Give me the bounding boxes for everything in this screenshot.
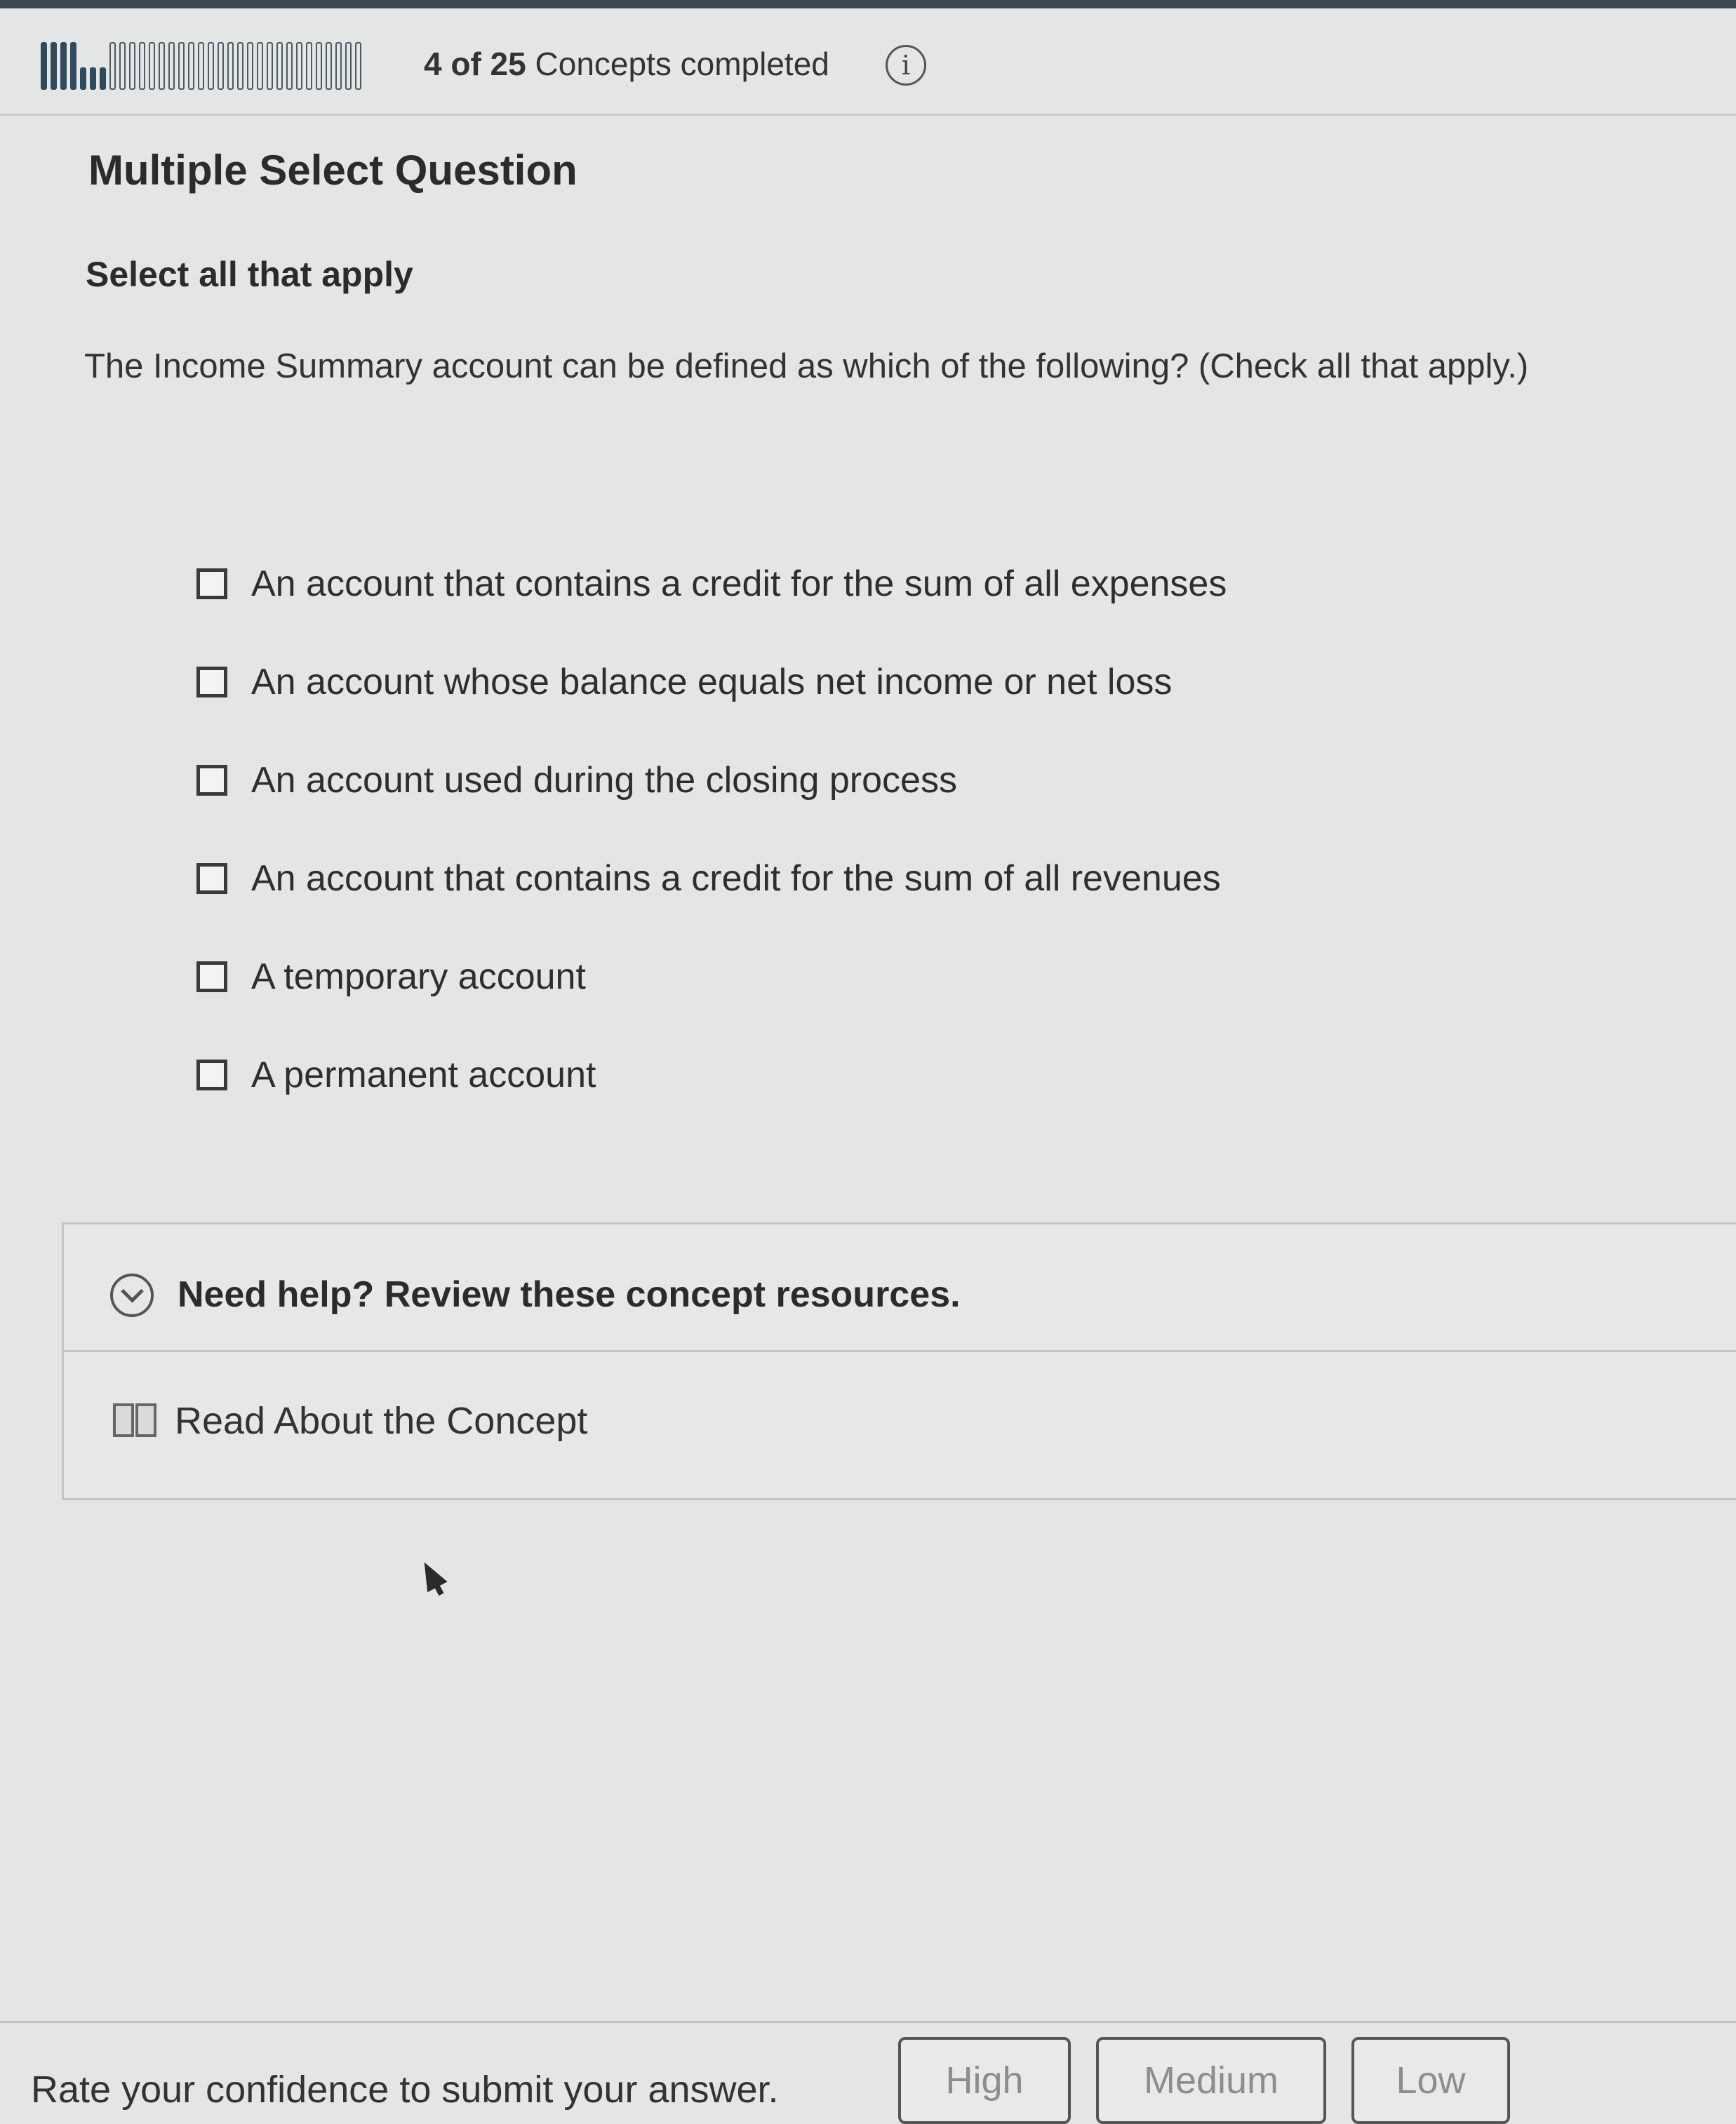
- progress-segment: [80, 67, 86, 90]
- progress-segment: [149, 42, 155, 90]
- progress-bar: [41, 41, 399, 90]
- progress-header: 4 of 25 Concepts completed i: [0, 8, 1736, 116]
- progress-segment: [227, 42, 234, 90]
- mouse-cursor-icon: [414, 1556, 448, 1593]
- progress-segment: [178, 42, 185, 90]
- concept-link-label[interactable]: Read About the Concept: [175, 1399, 587, 1443]
- progress-segment: [218, 42, 224, 90]
- option-label[interactable]: An account whose balance equals net inco…: [251, 661, 1172, 703]
- progress-segment: [335, 42, 342, 90]
- checkbox[interactable]: [196, 568, 227, 599]
- progress-segment: [198, 42, 204, 90]
- confidence-high-button[interactable]: High: [898, 2037, 1071, 2124]
- progress-segment: [276, 42, 283, 90]
- progress-segment: [139, 42, 145, 90]
- progress-segment: [70, 42, 76, 90]
- progress-segment: [188, 42, 194, 90]
- progress-segment: [60, 42, 67, 90]
- progress-segment: [355, 42, 361, 90]
- answer-option[interactable]: A temporary account: [196, 928, 1389, 1026]
- confidence-low-button[interactable]: Low: [1351, 2037, 1510, 2124]
- progress-segment: [119, 42, 126, 90]
- progress-segment: [267, 42, 273, 90]
- progress-segment: [345, 42, 352, 90]
- progress-suffix: Concepts completed: [526, 46, 829, 82]
- progress-segment: [316, 42, 322, 90]
- checkbox[interactable]: [196, 1060, 227, 1090]
- progress-segment: [208, 42, 214, 90]
- progress-segment: [100, 67, 106, 90]
- top-strip: [0, 0, 1736, 8]
- progress-count: 4 of 25: [424, 46, 526, 82]
- progress-segment: [306, 42, 312, 90]
- confidence-prompt: Rate your confidence to submit your answ…: [31, 2069, 779, 2111]
- progress-segment: [296, 42, 302, 90]
- question-type-title: Multiple Select Question: [88, 147, 577, 194]
- progress-segment: [90, 67, 96, 90]
- checkbox[interactable]: [196, 961, 227, 992]
- chevron-down-icon[interactable]: [110, 1274, 154, 1317]
- help-header[interactable]: Need help? Review these concept resource…: [64, 1224, 1736, 1352]
- progress-text: 4 of 25 Concepts completed: [424, 45, 829, 83]
- progress-segment: [159, 42, 165, 90]
- option-label[interactable]: An account used during the closing proce…: [251, 759, 957, 801]
- book-icon: [113, 1403, 159, 1438]
- question-prompt: The Income Summary account can be define…: [84, 347, 1529, 385]
- checkbox[interactable]: [196, 667, 227, 697]
- answer-option[interactable]: An account that contains a credit for th…: [196, 535, 1389, 633]
- progress-segment: [237, 42, 243, 90]
- progress-segment: [326, 42, 332, 90]
- progress-segment: [168, 42, 175, 90]
- help-panel: Need help? Review these concept resource…: [62, 1222, 1736, 1500]
- progress-segment: [247, 42, 253, 90]
- progress-segment: [41, 42, 47, 90]
- progress-segment: [51, 42, 57, 90]
- confidence-medium-button[interactable]: Medium: [1096, 2037, 1326, 2124]
- question-instruction: Select all that apply: [86, 255, 413, 294]
- progress-segment: [286, 42, 293, 90]
- confidence-footer: Rate your confidence to submit your answ…: [0, 2021, 1736, 2124]
- checkbox[interactable]: [196, 863, 227, 894]
- option-label[interactable]: An account that contains a credit for th…: [251, 857, 1221, 900]
- answer-options: An account that contains a credit for th…: [196, 535, 1389, 1124]
- option-label[interactable]: A permanent account: [251, 1054, 596, 1096]
- checkbox[interactable]: [196, 765, 227, 796]
- answer-option[interactable]: An account whose balance equals net inco…: [196, 633, 1389, 731]
- help-title[interactable]: Need help? Review these concept resource…: [178, 1274, 961, 1316]
- answer-option[interactable]: A permanent account: [196, 1026, 1389, 1124]
- answer-option[interactable]: An account used during the closing proce…: [196, 731, 1389, 829]
- info-icon[interactable]: i: [886, 45, 926, 86]
- answer-option[interactable]: An account that contains a credit for th…: [196, 829, 1389, 928]
- progress-segment: [109, 42, 116, 90]
- option-label[interactable]: An account that contains a credit for th…: [251, 563, 1227, 605]
- read-about-concept-link[interactable]: Read About the Concept: [113, 1393, 587, 1449]
- option-label[interactable]: A temporary account: [251, 956, 586, 998]
- progress-segment: [257, 42, 263, 90]
- progress-segment: [129, 42, 135, 90]
